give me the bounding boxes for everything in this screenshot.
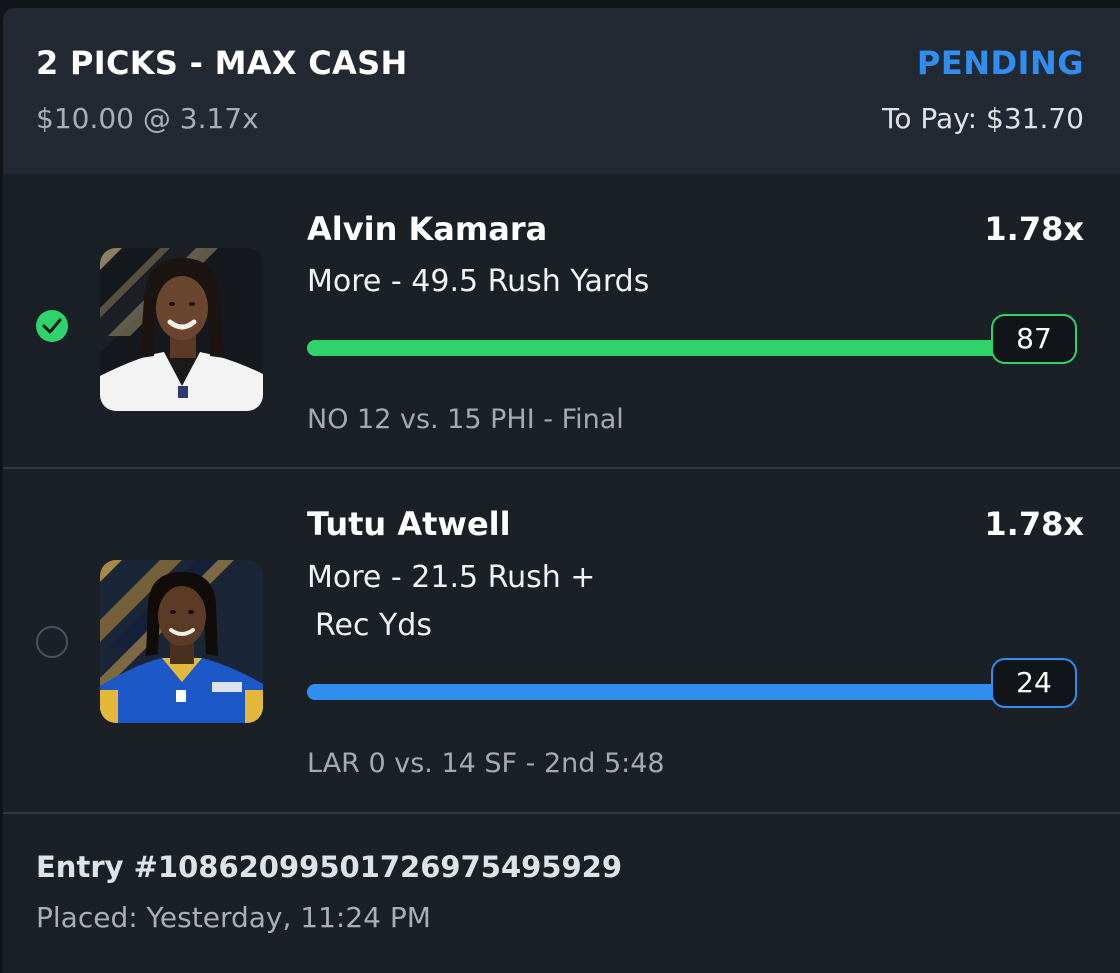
entry-title: 2 PICKS - MAX CASH xyxy=(36,44,408,82)
pick-hit-check-icon xyxy=(36,310,68,342)
player-avatar-atwell xyxy=(100,560,263,723)
pick-multiplier: 1.78x xyxy=(984,505,1084,543)
pick-row-atwell[interactable]: Tutu Atwell 1.78x More - 21.5 Rush + Rec… xyxy=(3,469,1120,812)
player-name: Alvin Kamara xyxy=(307,210,548,248)
pick-pending-circle-icon xyxy=(36,626,68,658)
pick-line: More - 21.5 Rush + Rec Yds xyxy=(307,554,727,650)
progress-fill xyxy=(307,340,1077,356)
player-name: Tutu Atwell xyxy=(307,505,511,543)
game-score: NO 12 vs. 15 PHI - Final xyxy=(307,404,624,435)
pick-line-part-1: More - 21.5 Rush + xyxy=(307,560,596,595)
current-stat-value: 87 xyxy=(991,314,1077,364)
entry-id: Entry #1086209950172697549592​9 xyxy=(36,850,623,884)
entry-status-badge: PENDING xyxy=(916,44,1084,82)
to-pay-amount: To Pay: $31.70 xyxy=(881,102,1084,135)
pick-multiplier: 1.78x xyxy=(984,210,1084,248)
pick-row-kamara[interactable]: Alvin Kamara 1.78x More - 49.5 Rush Yard… xyxy=(3,174,1120,468)
current-stat-value: 24 xyxy=(991,658,1077,708)
placed-time: Placed: Yesterday, 11:24 PM xyxy=(36,901,431,934)
entry-card[interactable]: 2 PICKS - MAX CASH PENDING $10.00 @ 3.17… xyxy=(3,8,1120,973)
pick-line: More - 49.5 Rush Yards xyxy=(307,264,650,299)
stat-progress-bar: 87 xyxy=(307,314,1077,364)
pick-line-part-2: Rec Yds xyxy=(315,608,432,643)
entry-header: 2 PICKS - MAX CASH PENDING $10.00 @ 3.17… xyxy=(3,8,1120,174)
stat-progress-bar: 24 xyxy=(307,658,1077,708)
game-score: LAR 0 vs. 14 SF - 2nd 5:48 xyxy=(307,748,665,779)
player-avatar-kamara xyxy=(100,248,263,411)
progress-fill xyxy=(307,684,1077,700)
divider xyxy=(3,812,1120,814)
wager-amount: $10.00 @ 3.17x xyxy=(36,102,259,135)
